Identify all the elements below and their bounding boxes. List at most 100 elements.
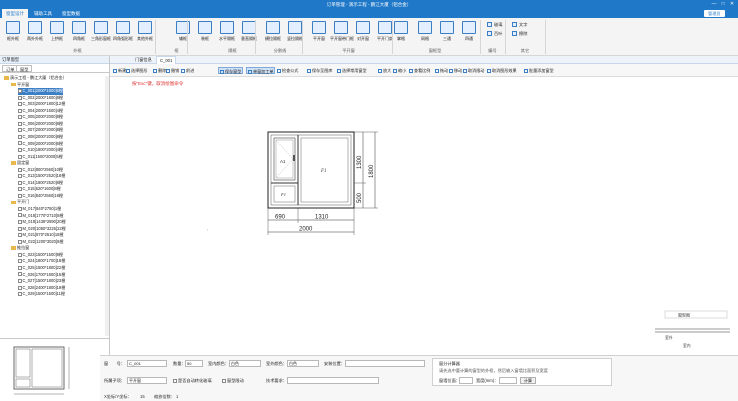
link-check-icon[interactable] — [222, 378, 226, 383]
ribbon-small-1[interactable]: 百叶 — [487, 31, 502, 37]
move-tool-button[interactable]: 移动 — [448, 67, 463, 74]
ribbon-small-2[interactable]: 文字 — [512, 22, 527, 28]
undo-tool-button[interactable]: 撤销 — [165, 67, 180, 74]
casement-button[interactable]: 平开窗 — [308, 20, 330, 46]
save-tool-button[interactable]: 保存窗型 — [218, 67, 244, 74]
grid-button[interactable]: 掌格 — [390, 20, 412, 46]
sash-handle — [293, 155, 295, 161]
double-open-button[interactable]: 对开窗 — [352, 20, 374, 46]
h-slide-button[interactable]: 横拉隔框 — [262, 20, 284, 46]
tab-window-design[interactable]: 窗型设计 — [2, 9, 28, 18]
app-title: 订单管理 - 演示工程 - 鹏江大厦（铝合金） — [326, 2, 412, 7]
small-tool-label: 文字 — [519, 22, 528, 27]
ribbon-small-3[interactable]: 擦除 — [512, 31, 527, 37]
link-checkbox[interactable]: 窗型限动 — [222, 378, 244, 384]
doctab-c001[interactable]: C_001 — [156, 56, 177, 64]
calc-title: 窗分计算器 — [439, 361, 460, 366]
tree-label: C_028[2400*1800]19樘 — [22, 284, 66, 290]
auto-glass-checkbox[interactable]: 是否自动转化玻璃 — [173, 378, 212, 384]
calc-width-input[interactable] — [499, 377, 517, 384]
arch-frame-button[interactable]: 上拱框 — [46, 20, 68, 46]
panel-subtabs: 订单 窗型 — [0, 64, 109, 73]
tab-aux-tools[interactable]: 辅助工具 — [30, 9, 56, 18]
tree-label: C_005[2000*2000]8樘 — [22, 114, 64, 120]
close-icon[interactable]: ✕ — [728, 1, 736, 8]
aux-frame-button[interactable]: 辅框 — [172, 20, 194, 46]
dim-1310: 1310 — [315, 215, 329, 221]
tree-item[interactable]: C_029[1500*1500]11樘 — [18, 291, 65, 298]
drag-tool-button[interactable]: 拖动 — [434, 67, 449, 74]
other-frame-button[interactable]: 其他外框 — [134, 20, 156, 46]
maximize-icon[interactable]: □ — [719, 1, 727, 8]
common-tool-button[interactable]: 选择常用窗型 — [336, 67, 368, 74]
tool-label: 保存窗型 — [225, 69, 242, 74]
tree-label: 固定窗 — [17, 160, 30, 166]
cross-button[interactable]: 四通 — [458, 20, 480, 46]
tool-label: 拖动 — [440, 68, 449, 73]
outer-color-select[interactable]: 白色 — [287, 360, 319, 367]
batch-add-tool-button[interactable]: 批量添加窗型 — [523, 67, 555, 74]
corner-frame-button[interactable]: 四角框 — [68, 20, 90, 46]
v-split-button[interactable]: 垂直隔框 — [238, 20, 260, 46]
worksheet-tool-button[interactable]: 单窗加工单 — [246, 67, 276, 74]
ribbon-group-label: 分割线 — [273, 48, 287, 53]
document-icon — [18, 102, 22, 107]
document-icon — [18, 89, 22, 94]
frame-button[interactable]: 框外框 — [2, 20, 24, 46]
doctab-info[interactable]: 门窗信息 — [132, 56, 155, 64]
redo-tool-button[interactable]: 前进 — [180, 67, 195, 74]
tee-icon — [440, 21, 454, 34]
document-icon — [18, 95, 22, 100]
select-tool-button[interactable]: 选择图形 — [125, 67, 148, 74]
series-select[interactable]: 平开窗 — [127, 377, 167, 384]
document-icon — [18, 108, 22, 113]
auto-glass-check-icon[interactable] — [173, 378, 177, 383]
thumbnail-preview — [0, 338, 110, 401]
mesh-button[interactable]: 网格 — [414, 20, 436, 46]
minimize-icon[interactable]: — — [710, 1, 718, 8]
mesh-icon — [418, 21, 432, 34]
calc-button[interactable]: 计算 — [520, 377, 536, 384]
triangle-frame-button[interactable]: 三角形窗框 — [90, 20, 112, 46]
unlock-tool-button[interactable]: 取消限动 — [462, 67, 485, 74]
scale-label: 缩放倍数： — [154, 394, 175, 399]
drawing-canvas[interactable]: 按"Esc"键，取消绘图命令 › A1 F1 F1 690 1310 2000 — [110, 77, 738, 355]
tee-button[interactable]: 三通 — [436, 20, 458, 46]
zoom-out-tool-button[interactable]: 缩小 — [392, 67, 407, 74]
panel-header: 订单窗型 — [0, 56, 109, 64]
thumbnail-window-drawing — [13, 346, 70, 395]
calc-area-input[interactable] — [459, 377, 473, 384]
folder-icon — [11, 82, 16, 87]
zoom-in-tool-button[interactable]: 放大 — [377, 67, 392, 74]
tree-label: C_026[1700*1800]15樘 — [22, 271, 66, 277]
effect-icon — [487, 68, 491, 73]
h-split-button[interactable]: 水平隔框 — [216, 20, 238, 46]
document-icon — [18, 193, 22, 198]
install-input[interactable] — [345, 360, 425, 367]
effect-tool-button[interactable]: 取消图形效果 — [486, 67, 518, 74]
ribbon-button-label: 四角弧形框 — [113, 36, 133, 41]
formula-tool-button[interactable]: 检查公式 — [276, 67, 299, 74]
tree-scrollbar[interactable] — [105, 76, 109, 336]
arc-frame-button[interactable]: 四角弧形框 — [112, 20, 134, 46]
document-icon — [18, 134, 22, 139]
library-icon — [307, 68, 311, 73]
library-tool-button[interactable]: 保存至图库 — [306, 67, 333, 74]
casement-door-button[interactable]: 平开窗带门框 — [330, 20, 354, 46]
window-no-input[interactable]: C_001 — [127, 360, 167, 367]
mount-frame-button[interactable]: 装框 — [194, 20, 216, 46]
double-frame-button[interactable]: 两外外框 — [24, 20, 46, 46]
qty-input[interactable]: 50 — [185, 360, 203, 367]
tech-input[interactable] — [287, 377, 379, 384]
inner-color-select[interactable]: 白色 — [229, 360, 261, 367]
ratio-tool-button[interactable]: 查看比例 — [408, 67, 431, 74]
ribbon-group-label: 其它 — [520, 48, 530, 53]
ribbon-button-label: 三通 — [443, 36, 451, 41]
tool-label: 取消限动 — [468, 68, 485, 73]
tab-window-data[interactable]: 窗型数据 — [58, 9, 84, 18]
subtab-window[interactable]: 窗型 — [16, 65, 33, 72]
ribbon-small-0[interactable]: 玻璃 — [487, 22, 502, 28]
small-tool-icon — [487, 31, 492, 37]
ribbon-button-label: 网格 — [421, 36, 429, 41]
user-button[interactable]: 管理员 — [704, 10, 725, 17]
